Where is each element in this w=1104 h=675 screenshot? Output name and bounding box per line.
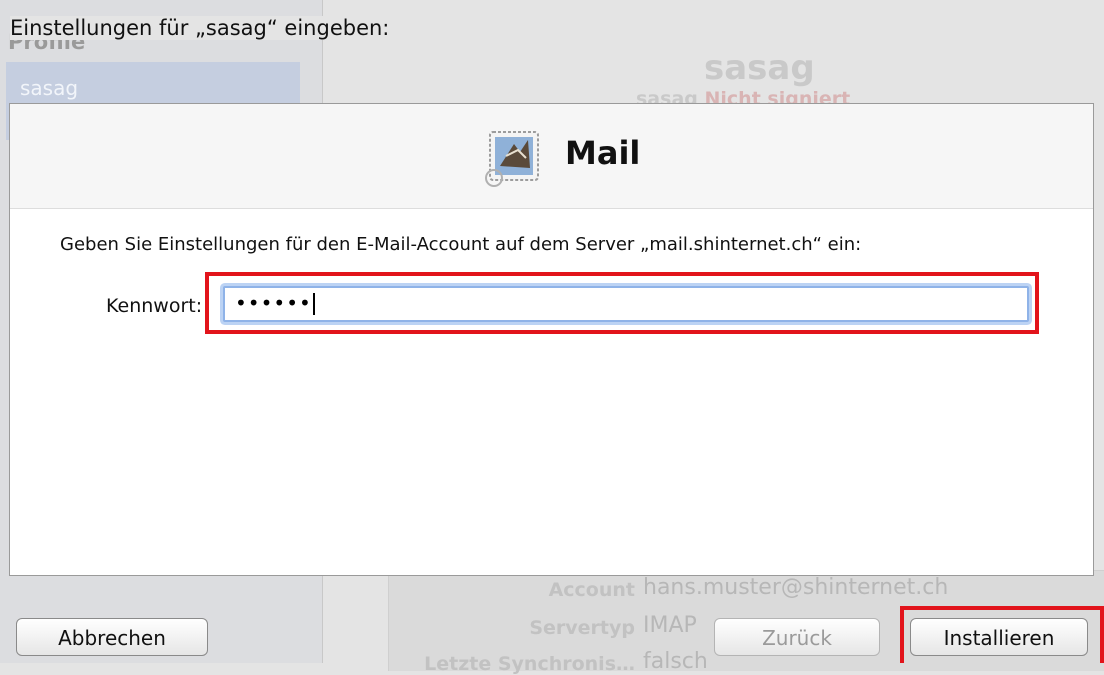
settings-panel: Mail Geben Sie Einstellungen für den E-M… — [9, 103, 1094, 576]
detail-label-servertyp: Servertyp — [529, 617, 635, 639]
sidebar-item-label: sasag — [20, 76, 79, 100]
detail-value-account: hans.muster@shinternet.ch — [643, 575, 949, 600]
install-button[interactable]: Installieren — [910, 618, 1088, 656]
detail-value-servertyp: IMAP — [643, 613, 697, 638]
profile-title: sasag — [704, 48, 815, 88]
detail-value-sync: falsch — [643, 649, 708, 674]
detail-label-account: Account — [548, 579, 635, 601]
password-label: Kennwort: — [106, 295, 203, 317]
cancel-button[interactable]: Abbrechen — [16, 618, 208, 656]
detail-label-sync: Letzte Synchronis… — [424, 653, 635, 675]
password-value: •••••• — [235, 291, 312, 315]
sheet-title: Einstellungen für „sasag“ eingeben: — [10, 16, 396, 40]
intro-text: Geben Sie Einstellungen für den E-Mail-A… — [60, 234, 862, 255]
app-name: Mail — [565, 134, 641, 172]
mail-stamp-icon — [485, 131, 539, 187]
password-field[interactable]: •••••• — [223, 286, 1029, 322]
text-caret — [313, 293, 315, 315]
back-button[interactable]: Zurück — [714, 618, 880, 656]
panel-header: Mail — [10, 104, 1093, 209]
